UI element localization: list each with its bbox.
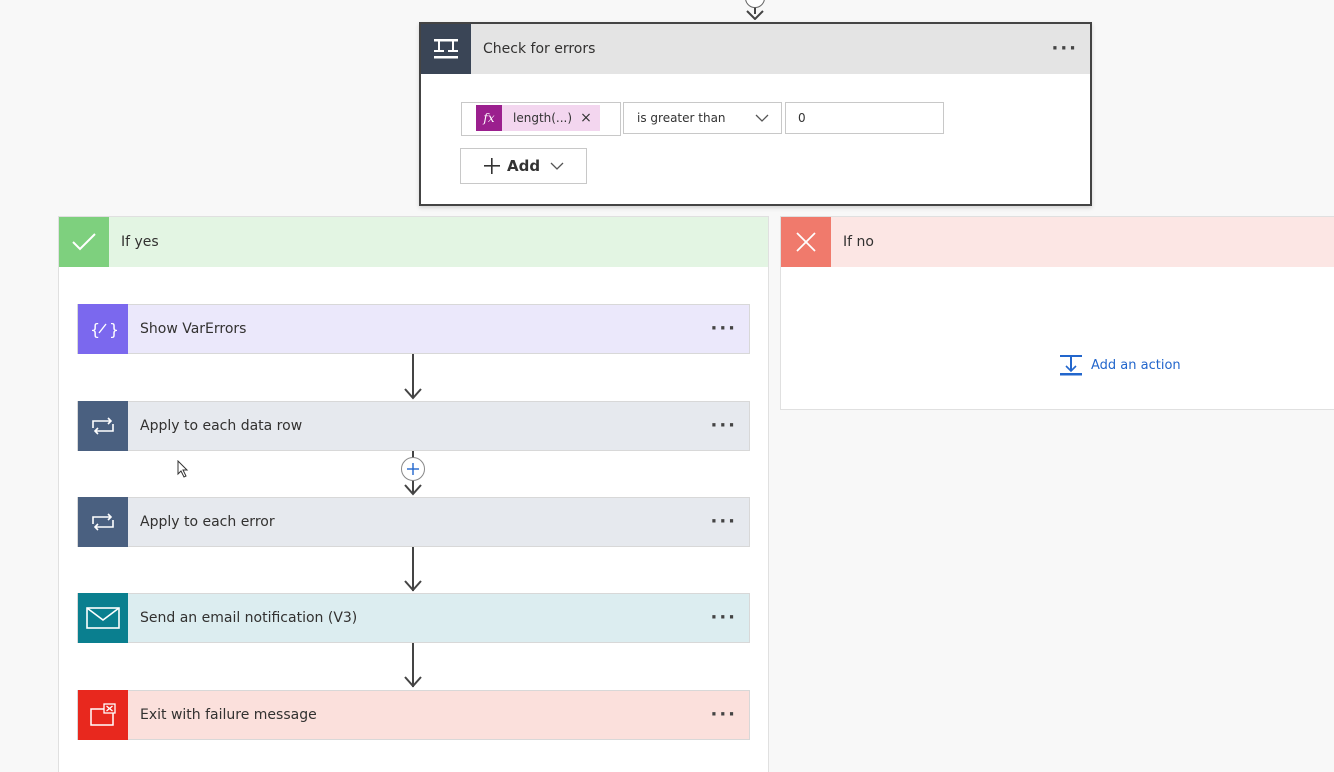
loop-icon	[78, 401, 128, 451]
remove-token-icon[interactable]: ×	[572, 110, 592, 126]
value-input[interactable]: 0	[785, 102, 944, 134]
connector-arrowhead	[404, 388, 422, 400]
expression-token-label: length(...)	[513, 111, 573, 125]
plus-icon	[407, 463, 419, 475]
expression-token[interactable]: fx length(...) ×	[476, 105, 600, 131]
mouse-cursor-icon	[177, 460, 189, 478]
branch-no-header[interactable]: If no	[781, 217, 1334, 267]
close-icon	[781, 217, 831, 267]
svg-text:{: {	[90, 320, 100, 339]
condition-icon	[421, 24, 471, 74]
add-action-icon	[1060, 355, 1082, 376]
function-icon: fx	[476, 105, 502, 131]
action-more-button[interactable]: ···	[710, 320, 749, 338]
connector-arrowhead	[404, 676, 422, 688]
action-label: Send an email notification (V3)	[140, 610, 358, 626]
action-label: Apply to each data row	[140, 418, 303, 434]
condition-title: Check for errors	[483, 41, 596, 57]
action-label: Apply to each error	[140, 514, 275, 530]
terminate-icon	[78, 690, 128, 740]
branch-yes-label: If yes	[121, 234, 159, 250]
branch-no-label: If no	[843, 234, 874, 250]
action-send-email[interactable]: Send an email notification (V3) ···	[77, 593, 750, 643]
condition-card: Check for errors ··· fx length(...) × is…	[419, 22, 1092, 206]
operator-value: is greater than	[637, 111, 726, 125]
action-more-button[interactable]: ···	[710, 609, 749, 627]
checkmark-icon	[59, 217, 109, 267]
action-apply-each-data-row[interactable]: Apply to each data row ···	[77, 401, 750, 451]
chevron-down-icon	[755, 114, 769, 122]
add-row-button[interactable]: Add	[460, 148, 587, 184]
insert-step-button[interactable]	[401, 457, 425, 481]
chevron-down-icon	[550, 162, 564, 170]
branch-no: If no Add an action	[780, 216, 1334, 410]
loop-icon	[78, 497, 128, 547]
action-more-button[interactable]: ···	[710, 706, 749, 724]
operator-select[interactable]: is greater than	[623, 102, 782, 134]
add-action-link[interactable]: Add an action	[1059, 353, 1181, 377]
connector-arrowhead	[404, 484, 422, 496]
variable-icon: {}	[78, 304, 128, 354]
action-more-button[interactable]: ···	[710, 417, 749, 435]
action-more-button[interactable]: ···	[710, 513, 749, 531]
add-label: Add	[507, 157, 541, 175]
action-apply-each-error[interactable]: Apply to each error ···	[77, 497, 750, 547]
branch-yes-header[interactable]: If yes	[59, 217, 768, 267]
condition-header[interactable]: Check for errors ···	[421, 24, 1090, 74]
action-label: Exit with failure message	[140, 707, 317, 723]
action-label: Show VarErrors	[140, 321, 247, 337]
top-connector-arrowhead	[746, 10, 764, 20]
add-action-label: Add an action	[1091, 357, 1181, 373]
connector-arrowhead	[404, 580, 422, 592]
email-icon	[78, 593, 128, 643]
expression-field[interactable]: fx length(...) ×	[461, 102, 621, 136]
action-exit-failure[interactable]: Exit with failure message ···	[77, 690, 750, 740]
plus-icon	[484, 158, 500, 174]
condition-more-button[interactable]: ···	[1051, 40, 1090, 58]
value-input-text: 0	[798, 111, 806, 125]
action-show-varerrors[interactable]: {} Show VarErrors ···	[77, 304, 750, 354]
top-connector-circle	[745, 0, 765, 8]
svg-text:}: }	[109, 320, 117, 339]
